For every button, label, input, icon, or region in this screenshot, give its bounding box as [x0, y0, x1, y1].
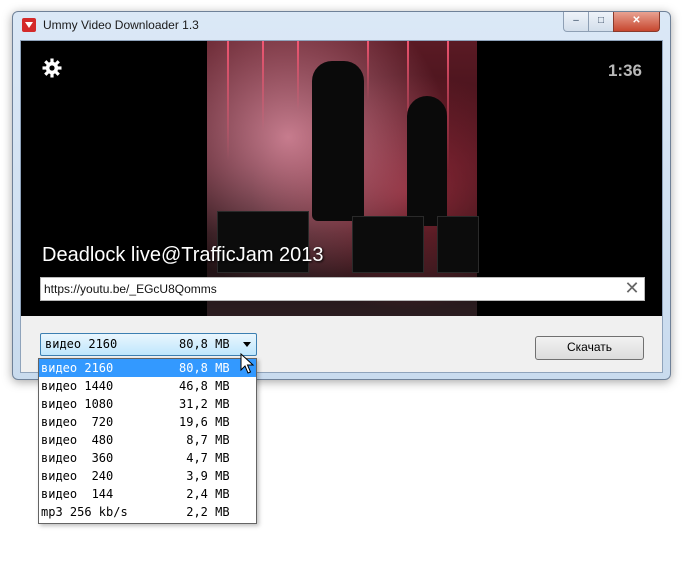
- stage-light: [262, 41, 264, 131]
- maximize-button[interactable]: □: [588, 12, 614, 32]
- speaker-cabinet: [437, 216, 479, 273]
- client-area: 1:36 Deadlock live@TrafficJam 2013 ✕ вид…: [20, 40, 663, 373]
- close-icon[interactable]: ✕: [624, 279, 640, 297]
- app-window: Ummy Video Downloader 1.3 – □ ✕ 1:36 Dea…: [12, 11, 671, 380]
- selected-quality-size: 80,8 MB: [179, 337, 230, 351]
- quality-option[interactable]: видео 1440 46,8 MB: [39, 377, 256, 395]
- quality-option[interactable]: видео 720 19,6 MB: [39, 413, 256, 431]
- quality-option[interactable]: mp3 256 kb/s 2,2 MB: [39, 503, 256, 521]
- quality-option[interactable]: видео 240 3,9 MB: [39, 467, 256, 485]
- quality-option[interactable]: видео 480 8,7 MB: [39, 431, 256, 449]
- speaker-cabinet: [352, 216, 424, 273]
- stage-light: [447, 41, 449, 171]
- stage-light: [367, 41, 369, 101]
- quality-option[interactable]: видео 360 4,7 MB: [39, 449, 256, 467]
- app-download-icon: [22, 18, 36, 32]
- quality-dropdown-list: видео 2160 80,8 MB видео 1440 46,8 MB ви…: [38, 358, 257, 524]
- quality-select[interactable]: видео 2160 80,8 MB: [40, 333, 257, 356]
- stage-light: [297, 41, 299, 111]
- quality-option[interactable]: видео 2160 80,8 MB: [39, 359, 256, 377]
- guitarist-figure: [407, 96, 447, 226]
- window-title: Ummy Video Downloader 1.3: [43, 18, 199, 32]
- video-duration: 1:36: [607, 61, 642, 80]
- url-field[interactable]: ✕: [40, 277, 645, 301]
- chevron-down-icon[interactable]: [243, 342, 251, 347]
- url-input[interactable]: [44, 281, 614, 297]
- mouse-pointer-icon: [240, 353, 255, 374]
- close-button[interactable]: ✕: [613, 12, 660, 32]
- download-button[interactable]: Скачать: [535, 336, 644, 360]
- title-bar[interactable]: Ummy Video Downloader 1.3 – □ ✕: [13, 12, 670, 40]
- minimize-button[interactable]: –: [563, 12, 589, 32]
- singer-figure: [312, 61, 364, 221]
- quality-option[interactable]: видео 1080 31,2 MB: [39, 395, 256, 413]
- gear-icon[interactable]: [42, 58, 62, 78]
- stage-light: [227, 41, 229, 161]
- video-thumbnail: [207, 41, 479, 316]
- selected-quality-label: видео 2160: [45, 337, 118, 351]
- video-preview: 1:36 Deadlock live@TrafficJam 2013 ✕: [21, 41, 662, 316]
- video-title: Deadlock live@TrafficJam 2013: [42, 244, 324, 266]
- quality-option[interactable]: видео 144 2,4 MB: [39, 485, 256, 503]
